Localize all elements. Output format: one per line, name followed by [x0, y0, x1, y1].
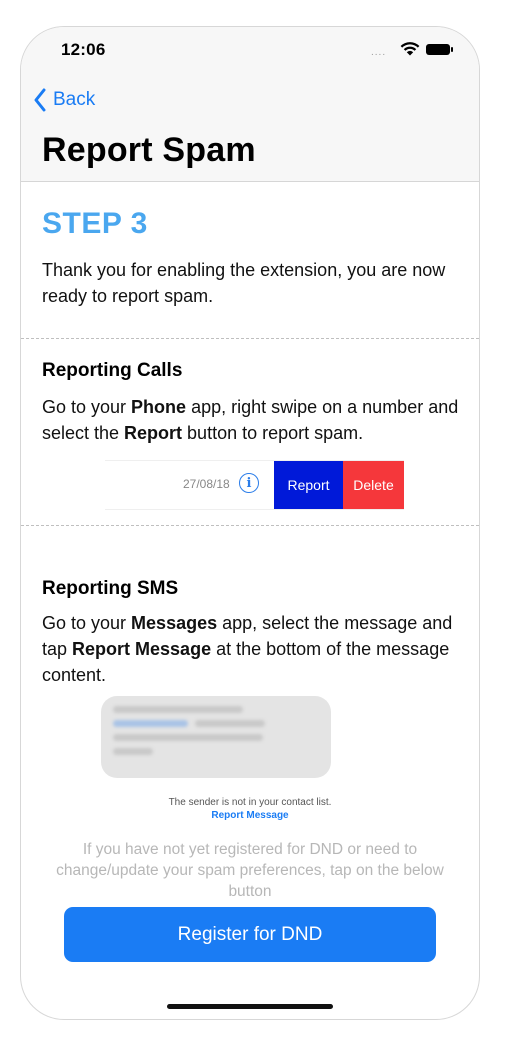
back-label: Back: [53, 89, 96, 110]
swipe-delete-button[interactable]: Delete: [343, 461, 404, 509]
navigation-bar: Back Report Spam: [21, 77, 479, 182]
back-button[interactable]: Back: [33, 85, 95, 115]
reporting-sms-heading: Reporting SMS: [42, 578, 179, 599]
phone-screen: 12:06 .... Back Report Spam STEP 3 Thank…: [20, 26, 480, 1020]
call-swipe-demo: 27/08/18 i Report Delete: [105, 460, 404, 510]
report-message-link[interactable]: Report Message: [21, 810, 479, 821]
blurred-text-line: [195, 720, 265, 727]
info-icon: i: [239, 473, 259, 493]
reporting-calls-text: Go to your Phone app, right swipe on a n…: [42, 397, 459, 443]
chevron-left-icon: [34, 88, 46, 112]
report-button-name: Report: [124, 423, 183, 443]
blurred-message-bubble: [101, 696, 331, 778]
status-time: 12:06: [61, 40, 106, 59]
battery-icon: [426, 44, 453, 55]
status-bar: 12:06 ....: [21, 27, 479, 77]
messages-app-name: Messages: [131, 613, 218, 633]
reporting-sms-text: Go to your Messages app, select the mess…: [42, 613, 453, 685]
swipe-report-button[interactable]: Report: [274, 461, 343, 509]
wifi-icon: [400, 42, 420, 56]
call-date: 27/08/18: [183, 477, 230, 491]
section-divider: [21, 338, 479, 339]
blurred-link-line: [113, 720, 188, 727]
section-divider: [21, 525, 479, 526]
phone-app-name: Phone: [131, 397, 187, 417]
blurred-text-line: [113, 748, 153, 755]
dnd-info-text: If you have not yet registered for DND o…: [56, 841, 444, 900]
register-dnd-button[interactable]: Register for DND: [64, 907, 436, 962]
blurred-text-line: [113, 706, 243, 713]
step-intro-text: Thank you for enabling the extension, yo…: [42, 260, 446, 306]
reporting-calls-heading: Reporting Calls: [42, 360, 183, 381]
page-title: Report Spam: [42, 131, 256, 169]
step-title: STEP 3: [42, 207, 148, 240]
signal-dots: ....: [371, 47, 387, 58]
home-indicator: [167, 1004, 333, 1009]
blurred-text-line: [113, 734, 263, 741]
report-message-name: Report Message: [72, 639, 212, 659]
sender-note: The sender is not in your contact list.: [168, 797, 332, 808]
